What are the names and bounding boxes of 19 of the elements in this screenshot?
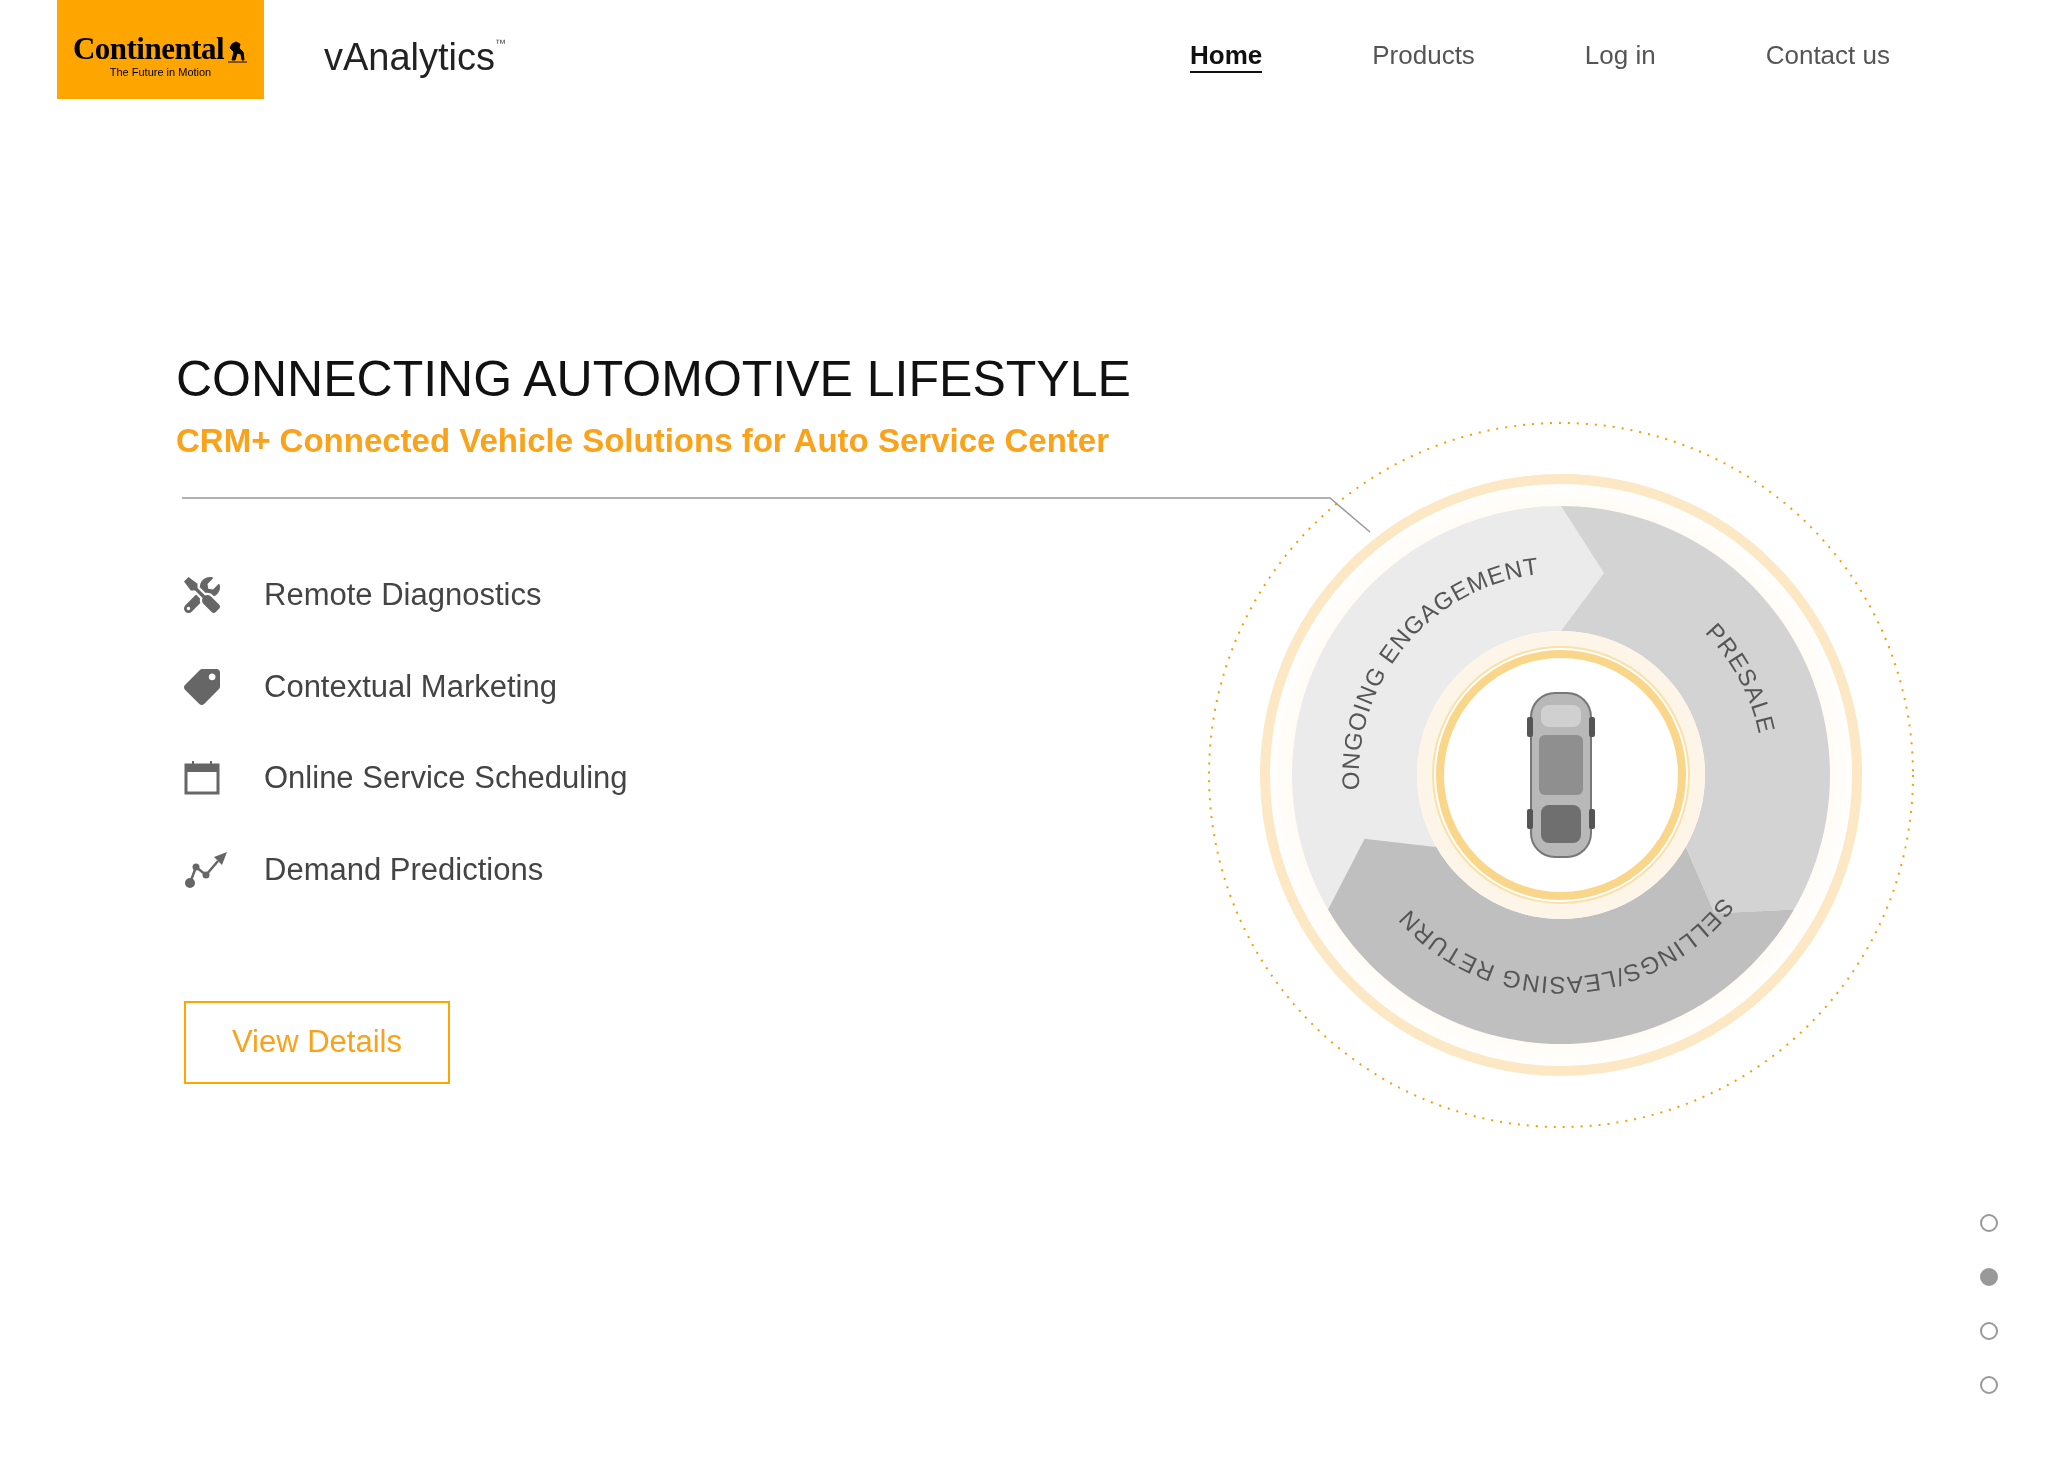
hero-title: CONNECTING AUTOMOTIVE LIFESTYLE bbox=[176, 350, 1131, 409]
feature-label: Online Service Scheduling bbox=[264, 762, 628, 794]
feature-label: Remote Diagnostics bbox=[264, 579, 542, 611]
feature-label: Demand Predictions bbox=[264, 854, 544, 886]
trend-chart-icon bbox=[184, 850, 228, 889]
brand-logo[interactable]: Continental The Future in Motion bbox=[57, 0, 264, 99]
tools-icon bbox=[184, 576, 220, 613]
hero-subtitle: CRM+ Connected Vehicle Solutions for Auto Service Center bbox=[176, 421, 1110, 461]
tag-icon bbox=[184, 668, 220, 705]
trademark-mark: ™ bbox=[495, 37, 507, 49]
nav-link[interactable]: Home bbox=[1190, 39, 1263, 74]
nav-link[interactable]: Products bbox=[1372, 39, 1475, 74]
logo-wordmark: Continental bbox=[72, 33, 225, 64]
feature-label: Contextual Marketing bbox=[264, 671, 557, 703]
product-name: vAnalytics bbox=[324, 37, 496, 76]
nav-link[interactable]: Contact us bbox=[1765, 39, 1890, 74]
calendar-icon bbox=[184, 760, 220, 795]
nav-link[interactable]: Log in bbox=[1584, 39, 1656, 74]
logo-tagline: The Future in Motion bbox=[109, 67, 212, 78]
